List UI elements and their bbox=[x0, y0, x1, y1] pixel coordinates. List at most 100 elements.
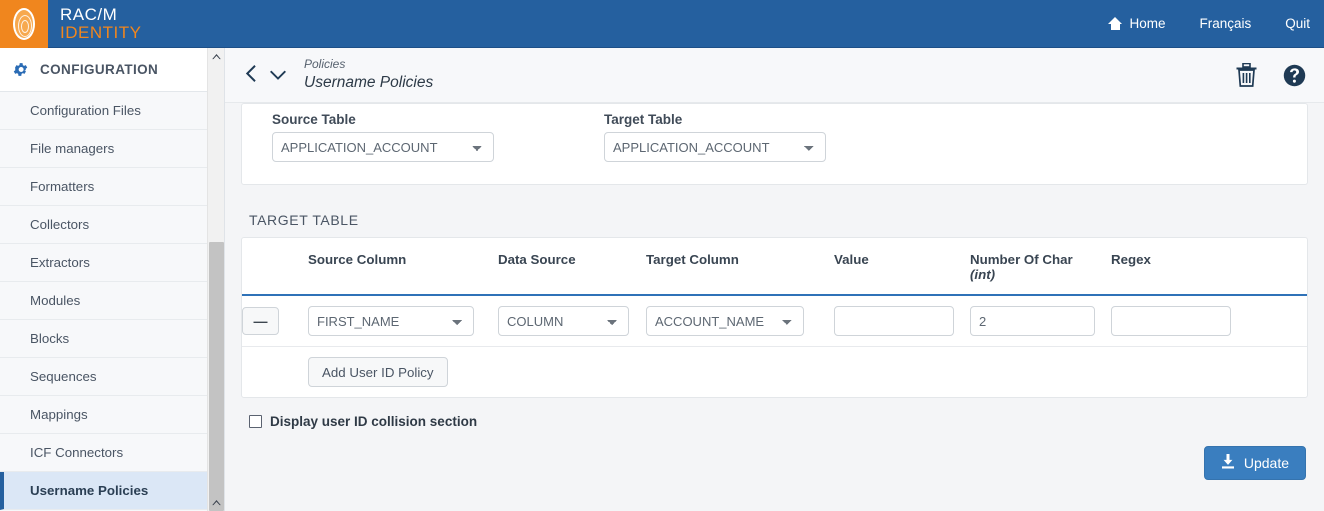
chevron-down-icon[interactable] bbox=[270, 65, 286, 85]
col-data-source: Data Source bbox=[498, 238, 646, 296]
source-column-select[interactable]: FIRST_NAME bbox=[308, 306, 474, 336]
col-label: Regex bbox=[1111, 252, 1151, 267]
display-collision-checkbox[interactable] bbox=[249, 415, 262, 428]
col-source-column: Source Column bbox=[308, 238, 498, 296]
target-table: Source Column Data Source Target Column … bbox=[242, 238, 1307, 397]
sidebar-item-modules[interactable]: Modules bbox=[0, 282, 224, 320]
sidebar-item-username-policies[interactable]: Username Policies bbox=[0, 472, 224, 510]
add-user-id-policy-button[interactable]: Add User ID Policy bbox=[308, 357, 448, 387]
nav-home[interactable]: Home bbox=[1108, 16, 1165, 31]
scroll-down-arrow-icon[interactable] bbox=[208, 494, 224, 511]
source-table-label: Source Table bbox=[272, 112, 356, 127]
sidebar-item-formatters[interactable]: Formatters bbox=[0, 168, 224, 206]
sidebar-header[interactable]: CONFIGURATION bbox=[0, 48, 224, 92]
col-target-column: Target Column bbox=[646, 238, 834, 296]
sidebar-item-label: Mappings bbox=[30, 407, 88, 422]
breadcrumb-parent[interactable]: Policies bbox=[304, 57, 433, 72]
cell-target-column: ACCOUNT_NAME bbox=[646, 295, 834, 347]
home-icon bbox=[1108, 17, 1123, 30]
sidebar: CONFIGURATION Configuration Files File m… bbox=[0, 48, 225, 511]
col-number-of-char: Number Of Char (int) bbox=[970, 238, 1111, 296]
sidebar-item-label: Modules bbox=[30, 293, 81, 308]
source-table-select[interactable]: APPLICATION_ACCOUNT bbox=[272, 132, 494, 162]
value-input[interactable] bbox=[834, 306, 954, 336]
app-logo[interactable]: RAC/M IDENTITY bbox=[0, 0, 141, 48]
breadcrumb-actions bbox=[1236, 62, 1306, 87]
nav-quit-label: Quit bbox=[1285, 16, 1310, 31]
chevron-left-icon[interactable] bbox=[245, 64, 256, 86]
target-table-body: — FIRST_NAME COLUMN ACCOUNT_NAME 2 Add U… bbox=[242, 295, 1307, 397]
cell-empty bbox=[242, 346, 308, 397]
app-header: RAC/M IDENTITY Home Français Quit bbox=[0, 0, 1324, 48]
col-actions bbox=[242, 238, 308, 296]
remove-row-button[interactable]: — bbox=[242, 307, 279, 335]
sidebar-item-label: Formatters bbox=[30, 179, 95, 194]
sidebar-item-label: Blocks bbox=[30, 331, 70, 346]
nav-quit[interactable]: Quit bbox=[1285, 16, 1310, 31]
logo-line-2: IDENTITY bbox=[60, 22, 142, 42]
nav-language-label: Français bbox=[1199, 16, 1252, 31]
nav-language[interactable]: Français bbox=[1199, 16, 1251, 31]
col-label: Value bbox=[834, 252, 869, 267]
col-label: Target Column bbox=[646, 252, 739, 267]
sidebar-item-extractors[interactable]: Extractors bbox=[0, 244, 224, 282]
table-row: — FIRST_NAME COLUMN ACCOUNT_NAME 2 bbox=[242, 295, 1307, 347]
logo-mark bbox=[0, 0, 48, 48]
update-button[interactable]: Update bbox=[1203, 446, 1306, 480]
sidebar-item-collectors[interactable]: Collectors bbox=[0, 206, 224, 244]
sidebar-item-label: Sequences bbox=[30, 369, 97, 384]
col-label: Number Of Char bbox=[970, 252, 1073, 267]
sidebar-item-sequences[interactable]: Sequences bbox=[0, 358, 224, 396]
content-scroll-area: Source Table APPLICATION_ACCOUNT Target … bbox=[225, 103, 1324, 511]
target-table-section-title: TARGET TABLE bbox=[249, 212, 359, 228]
cell-data-source: COLUMN bbox=[498, 295, 646, 347]
sidebar-scrollbar-thumb[interactable] bbox=[209, 242, 224, 511]
help-circle-icon[interactable] bbox=[1283, 64, 1306, 87]
col-sublabel: (int) bbox=[970, 267, 996, 282]
footer-actions: Update bbox=[241, 446, 1308, 480]
cell-regex bbox=[1111, 295, 1307, 347]
breadcrumb-bar: Policies Username Policies bbox=[225, 48, 1324, 103]
table-footer-row: Add User ID Policy bbox=[242, 346, 1307, 397]
breadcrumb: Policies Username Policies bbox=[304, 57, 433, 92]
logo-line-1: RAC/M bbox=[60, 5, 118, 25]
scroll-up-arrow-icon[interactable] bbox=[208, 48, 224, 65]
sidebar-item-blocks[interactable]: Blocks bbox=[0, 320, 224, 358]
cell-value bbox=[834, 295, 970, 347]
table-header-row: Source Column Data Source Target Column … bbox=[242, 238, 1307, 296]
sidebar-item-label: ICF Connectors bbox=[30, 445, 124, 460]
target-table-card: Source Column Data Source Target Column … bbox=[241, 237, 1308, 398]
cell-actions: — bbox=[242, 295, 308, 347]
download-icon bbox=[1221, 454, 1235, 472]
sidebar-item-label: Configuration Files bbox=[30, 103, 141, 118]
sidebar-item-mappings[interactable]: Mappings bbox=[0, 396, 224, 434]
sidebar-item-configuration-files[interactable]: Configuration Files bbox=[0, 92, 224, 130]
tables-card: Source Table APPLICATION_ACCOUNT Target … bbox=[241, 103, 1308, 185]
update-label: Update bbox=[1243, 455, 1289, 471]
col-label: Source Column bbox=[308, 252, 407, 267]
data-source-select[interactable]: COLUMN bbox=[498, 306, 629, 336]
sidebar-item-label: File managers bbox=[30, 141, 115, 156]
target-column-select[interactable]: ACCOUNT_NAME bbox=[646, 306, 804, 336]
number-of-char-input[interactable] bbox=[970, 306, 1095, 336]
main-content: Policies Username Policies Source Table … bbox=[225, 48, 1324, 511]
sidebar-item-file-managers[interactable]: File managers bbox=[0, 130, 224, 168]
fingerprint-icon bbox=[13, 7, 35, 40]
display-collision-label: Display user ID collision section bbox=[270, 414, 478, 429]
sidebar-scrollbar[interactable] bbox=[207, 48, 224, 511]
target-table-select[interactable]: APPLICATION_ACCOUNT bbox=[604, 132, 826, 162]
cell-add-button: Add User ID Policy bbox=[308, 346, 1307, 397]
sidebar-item-label: Username Policies bbox=[30, 483, 149, 498]
regex-input[interactable] bbox=[1111, 306, 1231, 336]
col-regex: Regex bbox=[1111, 238, 1307, 296]
top-navigation: Home Français Quit bbox=[1108, 0, 1324, 48]
logo-text: RAC/M IDENTITY bbox=[60, 6, 141, 41]
gear-icon bbox=[12, 61, 29, 78]
target-table-field: Target Table APPLICATION_ACCOUNT bbox=[604, 112, 826, 162]
sidebar-item-icf-connectors[interactable]: ICF Connectors bbox=[0, 434, 224, 472]
sidebar-item-label: Extractors bbox=[30, 255, 90, 270]
collision-section-row: Display user ID collision section bbox=[249, 414, 1308, 429]
cell-source-column: FIRST_NAME bbox=[308, 295, 498, 347]
col-value: Value bbox=[834, 238, 970, 296]
trash-icon[interactable] bbox=[1236, 62, 1257, 87]
